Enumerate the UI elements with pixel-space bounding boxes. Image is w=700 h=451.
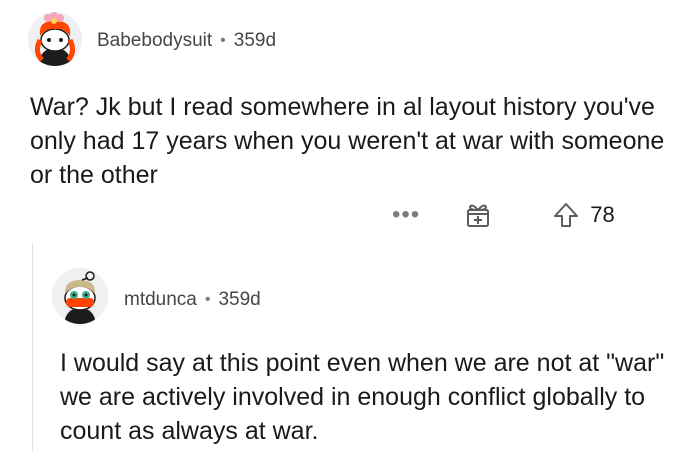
comment-actions: ••• 78 xyxy=(392,201,615,229)
username-link[interactable]: mtdunca xyxy=(124,289,197,311)
comment-body: War? Jk but I read somewhere in al layou… xyxy=(30,93,665,189)
snoo-avatar-icon xyxy=(52,268,108,324)
ellipsis-icon[interactable]: ••• xyxy=(392,203,420,227)
comment-age[interactable]: 359d xyxy=(234,30,276,52)
vote-score: 78 xyxy=(590,202,615,227)
snoo-avatar-icon xyxy=(28,12,82,66)
meta-separator: • xyxy=(220,32,226,49)
avatar[interactable] xyxy=(52,268,108,324)
comment-meta: Babebodysuit • 359d xyxy=(97,30,276,52)
comment-body: I would say at this point even when we a… xyxy=(60,349,665,445)
thread-line[interactable] xyxy=(32,244,33,451)
avatar[interactable] xyxy=(28,12,82,66)
comment-meta: mtdunca • 359d xyxy=(124,289,261,311)
upvote-arrow-icon[interactable] xyxy=(552,201,580,229)
username-link[interactable]: Babebodysuit xyxy=(97,30,212,52)
comment-age[interactable]: 359d xyxy=(218,289,260,311)
meta-separator: • xyxy=(204,291,211,308)
gift-award-icon[interactable] xyxy=(464,201,492,229)
